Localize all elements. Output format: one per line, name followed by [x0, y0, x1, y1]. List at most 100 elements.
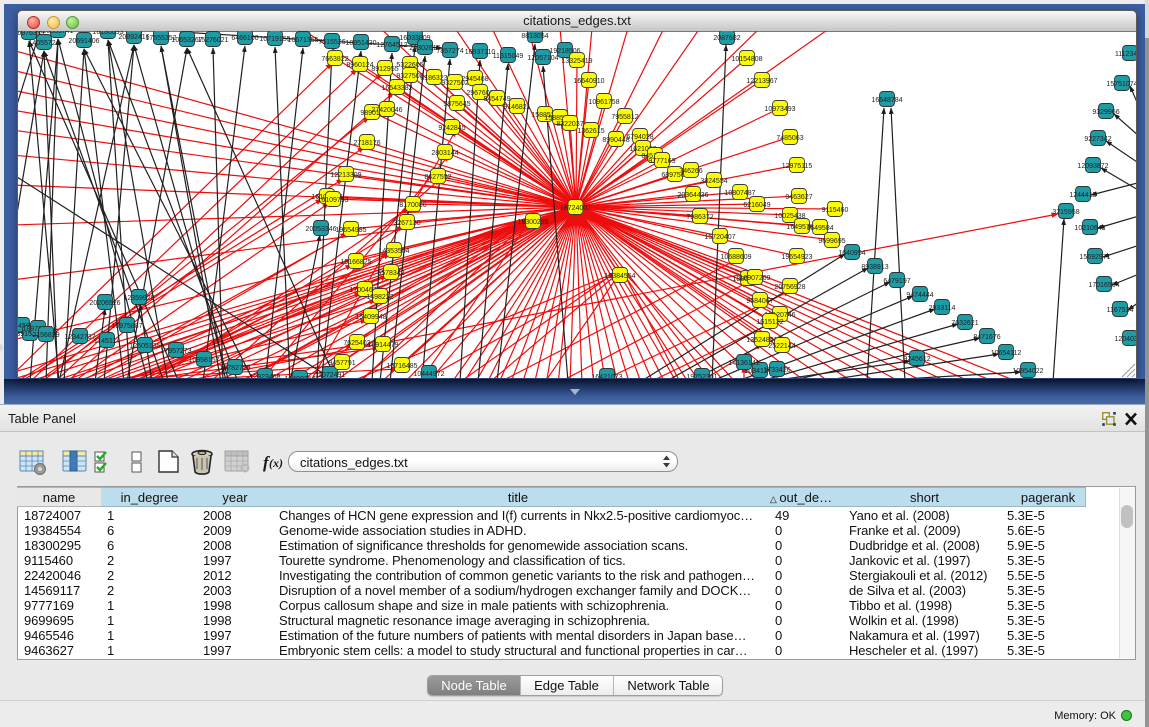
svg-text:19166825: 19166825 — [340, 259, 371, 266]
svg-text:20053346: 20053346 — [305, 226, 336, 233]
svg-text:12057104: 12057104 — [527, 55, 558, 62]
svg-text:10154808: 10154808 — [731, 56, 762, 63]
svg-text:19654985: 19654985 — [335, 227, 366, 234]
svg-text:1167534: 1167534 — [1107, 307, 1134, 314]
svg-text:10958157: 10958157 — [188, 357, 219, 364]
svg-text:3267130: 3267130 — [393, 220, 420, 227]
svg-text:18300295: 18300295 — [517, 219, 548, 226]
svg-text:8960124: 8960124 — [346, 62, 373, 69]
svg-text:16914479: 16914479 — [367, 342, 398, 349]
svg-text:7986372: 7986372 — [686, 214, 713, 221]
svg-text:2522144: 2522144 — [768, 343, 795, 350]
svg-text:1362615: 1362615 — [577, 128, 604, 135]
svg-text:8454749: 8454749 — [483, 96, 510, 103]
svg-text:10973493: 10973493 — [764, 106, 795, 113]
svg-text:1640954: 1640954 — [838, 250, 865, 257]
svg-text:12975115: 12975115 — [782, 163, 813, 170]
svg-text:15409948: 15409948 — [355, 314, 386, 321]
svg-text:1145114: 1145114 — [94, 338, 120, 345]
svg-text:9777169: 9777169 — [648, 158, 675, 165]
svg-text:9242845: 9242845 — [438, 125, 465, 132]
svg-text:7857274: 7857274 — [436, 48, 463, 55]
svg-text:16109753: 16109753 — [317, 197, 348, 204]
svg-text:17957273: 17957273 — [160, 348, 191, 355]
svg-text:16648784: 16648784 — [871, 97, 902, 104]
svg-text:15720407: 15720407 — [704, 234, 735, 241]
svg-text:16543382: 16543382 — [381, 85, 412, 92]
svg-text:12505135: 12505135 — [129, 343, 160, 350]
svg-text:6479197: 6479197 — [883, 278, 910, 285]
svg-text:10807487: 10807487 — [724, 190, 755, 197]
svg-text:7515526: 7515526 — [318, 39, 345, 46]
svg-text:9329966: 9329966 — [1092, 109, 1119, 116]
svg-text:15751074: 15751074 — [1106, 81, 1136, 88]
svg-text:12923468: 12923468 — [249, 374, 280, 378]
svg-text:9699695: 9699695 — [818, 238, 845, 245]
svg-text:2718176: 2718176 — [353, 140, 380, 147]
svg-text:10954022: 10954022 — [1012, 368, 1043, 375]
svg-text:9474444: 9474444 — [906, 292, 933, 299]
svg-text:8427552: 8427552 — [424, 174, 451, 181]
svg-text:8938913: 8938913 — [861, 264, 888, 271]
svg-text:1733426: 1733426 — [763, 367, 790, 374]
svg-text:2945468: 2945468 — [461, 76, 488, 83]
svg-text:12213967: 12213967 — [746, 78, 777, 85]
svg-text:746266: 746266 — [679, 168, 702, 175]
svg-text:15276021: 15276021 — [197, 37, 228, 44]
svg-text:16671355: 16671355 — [287, 37, 318, 44]
svg-text:10444972: 10444972 — [413, 371, 444, 378]
svg-text:8322037: 8322037 — [556, 121, 583, 128]
svg-text:9684067: 9684067 — [746, 298, 773, 305]
svg-text:9115460: 9115460 — [822, 207, 849, 214]
svg-text:8813054: 8813054 — [521, 33, 548, 40]
svg-text:15692971: 15692971 — [1079, 254, 1110, 261]
svg-text:11315049: 11315049 — [493, 53, 524, 60]
svg-text:11072491: 11072491 — [315, 372, 346, 378]
svg-text:11123467: 11123467 — [1115, 51, 1136, 58]
svg-text:2156829: 2156829 — [32, 332, 59, 339]
svg-text:10654112: 10654112 — [991, 350, 1022, 357]
svg-text:7632621: 7632621 — [951, 320, 978, 327]
svg-text:10688609: 10688609 — [720, 254, 751, 261]
svg-text:3824554: 3824554 — [700, 178, 727, 185]
svg-text:12040354: 12040354 — [1114, 336, 1136, 343]
svg-text:16782759: 16782759 — [219, 365, 250, 372]
svg-text:18490254: 18490254 — [284, 376, 315, 378]
svg-text:14055724: 14055724 — [28, 40, 59, 47]
svg-text:20364436: 20364436 — [677, 192, 708, 199]
svg-text:12093872: 12093872 — [1077, 163, 1108, 170]
svg-text:6466160: 6466160 — [231, 35, 258, 42]
svg-text:2803144: 2803144 — [431, 150, 458, 157]
svg-text:12359928: 12359928 — [123, 295, 154, 302]
svg-text:13325419: 13325419 — [561, 58, 592, 65]
svg-text:16640910: 16640910 — [573, 78, 604, 85]
svg-text:14136141: 14136141 — [728, 360, 759, 367]
svg-text:12342737: 12342737 — [64, 334, 95, 341]
svg-text:9463627: 9463627 — [785, 194, 812, 201]
svg-text:(x): (x) — [269, 456, 283, 470]
svg-text:8471676: 8471676 — [973, 334, 1000, 341]
svg-text:10719155: 10719155 — [259, 36, 290, 43]
svg-text:15716485: 15716485 — [386, 363, 417, 370]
svg-text:9146821: 9146821 — [503, 104, 530, 111]
svg-text:7485063: 7485063 — [776, 135, 803, 142]
svg-text:19384554: 19384554 — [604, 273, 635, 280]
svg-text:1615132: 1615132 — [756, 319, 783, 326]
svg-text:2933114: 2933114 — [929, 305, 956, 312]
svg-text:7955812: 7955812 — [611, 114, 638, 121]
svg-text:12764512: 12764512 — [376, 42, 407, 49]
svg-text:6794028: 6794028 — [626, 134, 653, 141]
svg-text:18724007: 18724007 — [560, 205, 591, 212]
svg-text:1498222: 1498222 — [366, 294, 393, 301]
svg-text:10210643: 10210643 — [1074, 225, 1105, 232]
svg-text:2087682: 2087682 — [713, 35, 740, 42]
svg-text:16421073: 16421073 — [591, 374, 622, 378]
svg-text:12213309: 12213309 — [330, 172, 361, 179]
svg-text:8170086: 8170086 — [399, 202, 426, 209]
svg-text:9227342: 9227342 — [1084, 136, 1111, 143]
svg-text:20691406: 20691406 — [68, 38, 99, 45]
svg-text:10975887: 10975887 — [111, 323, 142, 330]
svg-text:20206526: 20206526 — [89, 300, 120, 307]
svg-text:3215958: 3215958 — [1052, 209, 1079, 216]
svg-text:17016504: 17016504 — [1088, 282, 1119, 289]
